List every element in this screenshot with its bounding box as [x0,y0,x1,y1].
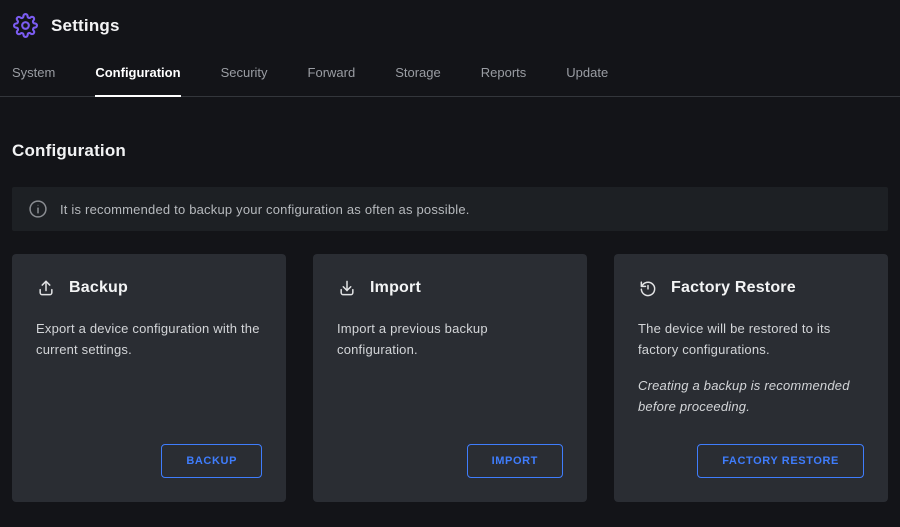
factory-restore-card: Factory Restore The device will be resto… [614,254,888,502]
info-banner-text: It is recommended to backup your configu… [60,202,470,217]
app-title: Settings [51,16,120,36]
tab-configuration[interactable]: Configuration [95,65,180,97]
tab-system[interactable]: System [12,65,55,97]
backup-card: Backup Export a device configuration wit… [12,254,286,502]
factory-restore-card-description: The device will be restored to its facto… [638,318,864,361]
factory-restore-card-header: Factory Restore [638,278,864,298]
tab-update[interactable]: Update [566,65,608,97]
import-card-title: Import [370,279,421,297]
import-card: Import Import a previous backup configur… [313,254,587,502]
factory-restore-card-title: Factory Restore [671,279,796,297]
settings-gear-icon [12,12,39,39]
settings-tab-bar: System Configuration Security Forward St… [0,39,900,97]
backup-upload-icon [36,278,56,298]
app-header: Settings [0,0,900,39]
configuration-cards: Backup Export a device configuration wit… [12,254,888,502]
backup-button[interactable]: BACKUP [161,444,262,478]
tab-forward[interactable]: Forward [308,65,356,97]
tab-storage[interactable]: Storage [395,65,441,97]
backup-card-description: Export a device configuration with the c… [36,318,262,361]
import-button[interactable]: IMPORT [467,444,563,478]
import-card-header: Import [337,278,563,298]
factory-restore-icon [638,278,658,298]
backup-card-title: Backup [69,279,128,297]
import-download-icon [337,278,357,298]
import-card-description: Import a previous backup configuration. [337,318,563,361]
info-icon [28,199,48,219]
page-title: Configuration [12,141,888,161]
factory-restore-button[interactable]: FACTORY RESTORE [697,444,864,478]
tab-reports[interactable]: Reports [481,65,527,97]
backup-card-header: Backup [36,278,262,298]
tab-security[interactable]: Security [221,65,268,97]
info-banner: It is recommended to backup your configu… [12,187,888,231]
factory-restore-card-note: Creating a backup is recommended before … [638,375,864,418]
